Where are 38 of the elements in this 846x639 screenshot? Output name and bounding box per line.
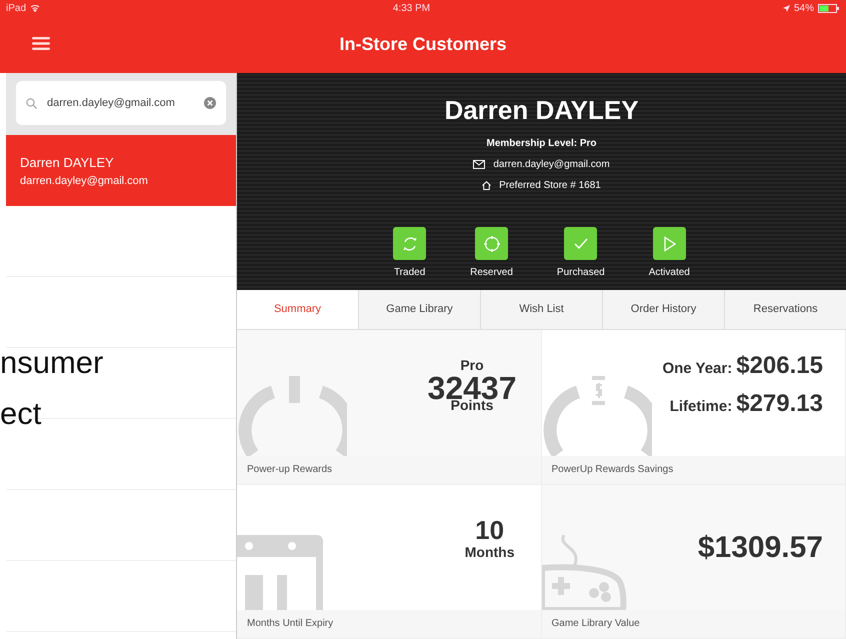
search-bar[interactable]: darren.dayley@gmail.com <box>16 81 226 125</box>
tier-label: Pro <box>459 358 485 372</box>
search-icon <box>26 98 37 108</box>
device-name: iPad <box>6 2 26 16</box>
action-button[interactable]: Reserved <box>470 227 513 280</box>
wifi-icon <box>30 4 40 12</box>
tab[interactable]: Game Library <box>358 290 480 329</box>
battery-percent: 54% <box>794 2 814 16</box>
home-icon <box>482 181 492 190</box>
membership-level: Membership Level: Pro <box>485 137 598 151</box>
page-title: In-Store Customers <box>339 33 507 56</box>
dollar-gauge-icon <box>542 376 652 456</box>
tile-caption: Months Until Expiry <box>237 610 540 638</box>
one-year-amount: $206.15 <box>736 354 823 378</box>
months-value: 10 <box>474 516 506 542</box>
tab[interactable]: Order History <box>602 290 724 329</box>
clear-icon[interactable] <box>204 97 216 109</box>
menu-button[interactable] <box>32 36 50 51</box>
battery-icon <box>818 4 840 12</box>
customer-item[interactable]: Darren DAYLEY darren.dayley@gmail.com <box>6 135 236 206</box>
mail-icon <box>473 160 486 169</box>
overlay-text: ect <box>0 398 42 429</box>
customer-email: darren.dayley@gmail.com <box>493 158 610 172</box>
months-label: Months <box>464 544 514 558</box>
preferred-store: Preferred Store # 1681 <box>499 179 601 193</box>
tile-caption: PowerUp Rewards Savings <box>542 456 845 484</box>
location-arrow-icon <box>782 4 790 12</box>
one-year-label: One Year: <box>662 361 732 376</box>
lifetime-amount: $279.13 <box>736 392 823 416</box>
overlay-text: nsumer <box>0 347 104 378</box>
crosshair-icon <box>482 234 502 254</box>
tab[interactable]: Reservations <box>724 290 846 329</box>
status-time: 4:33 PM <box>392 2 430 16</box>
lifetime-label: Lifetime: <box>670 399 732 414</box>
customer-name: Darren DAYLEY <box>443 94 640 127</box>
action-button[interactable]: Purchased <box>556 227 605 280</box>
tab[interactable]: Wish List <box>480 290 602 329</box>
library-value: $1309.57 <box>698 532 823 562</box>
